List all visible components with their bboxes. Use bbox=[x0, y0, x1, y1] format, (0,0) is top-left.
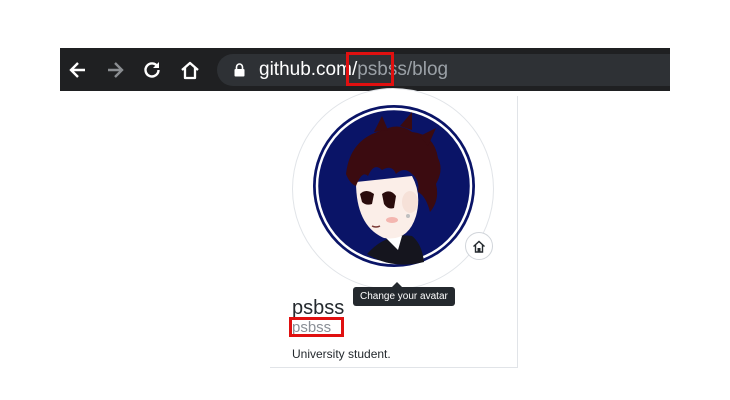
url-username-highlight-box bbox=[346, 52, 394, 86]
arrow-right-icon bbox=[108, 62, 124, 78]
avatar-tooltip: Change your avatar bbox=[353, 282, 455, 306]
reload-icon bbox=[144, 62, 160, 78]
browser-toolbar: github.com/psbss/blog bbox=[60, 48, 670, 91]
url-host: github.com/ bbox=[259, 59, 358, 80]
reload-button[interactable] bbox=[137, 55, 167, 85]
change-avatar-button[interactable] bbox=[465, 232, 493, 260]
avatar[interactable] bbox=[312, 104, 476, 268]
lock-icon bbox=[234, 63, 245, 77]
forward-button[interactable] bbox=[100, 55, 130, 85]
home-icon bbox=[181, 61, 199, 80]
profile-bio: University student. bbox=[292, 347, 391, 361]
screenshot: github.com/psbss/blog Change your avatar… bbox=[0, 0, 730, 400]
back-button[interactable] bbox=[63, 55, 93, 85]
home-button[interactable] bbox=[175, 55, 205, 85]
url-tail: /blog bbox=[406, 59, 449, 80]
home-icon bbox=[473, 240, 485, 253]
arrow-left-icon bbox=[69, 62, 85, 78]
address-bar[interactable]: github.com/psbss/blog bbox=[217, 54, 670, 86]
username-highlight-box bbox=[289, 317, 344, 337]
